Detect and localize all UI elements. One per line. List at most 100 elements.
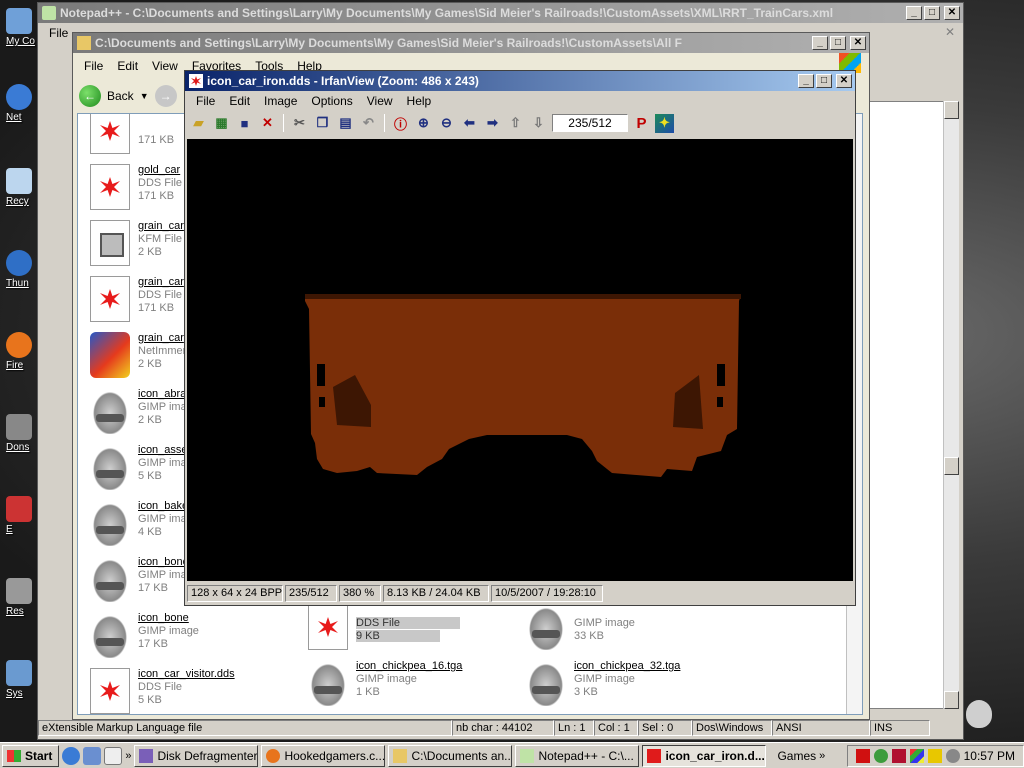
show-desktop-icon[interactable] (83, 746, 102, 765)
scrollbar-thumb[interactable] (944, 457, 959, 475)
save-icon[interactable]: ■ (235, 114, 254, 133)
menu-file[interactable]: File (77, 59, 110, 73)
task-explorer[interactable]: C:\Documents an... (388, 744, 513, 767)
menu-file[interactable]: File (42, 26, 75, 40)
previous-arrow-icon[interactable]: ⬅ (460, 114, 479, 133)
gimp-image-icon (308, 660, 348, 706)
update-icon[interactable] (927, 748, 942, 763)
thumbnails-icon[interactable]: ▦ (212, 114, 231, 133)
windows-security-icon[interactable] (909, 748, 924, 763)
desktop-icon-sys[interactable]: Sys (6, 660, 40, 699)
info-icon[interactable]: ⓘ (391, 114, 410, 133)
menu-edit[interactable]: Edit (222, 94, 257, 108)
notepad-title: Notepad++ - C:\Documents and Settings\La… (60, 6, 834, 20)
gimp-image-icon (526, 660, 566, 706)
zoom-in-icon[interactable]: ⊕ (414, 114, 433, 133)
file-item[interactable]: icon_bone GIMP image 17 KB (82, 608, 292, 664)
file-item[interactable]: icon_cookies_32.tga (518, 712, 728, 714)
copy-icon[interactable]: ❐ (313, 114, 332, 133)
task-disk-defragmenter[interactable]: Disk Defragmenter (134, 744, 259, 767)
open-folder-icon[interactable]: ▰ (189, 114, 208, 133)
close-button[interactable]: ✕ (944, 6, 960, 20)
minimize-button[interactable]: _ (812, 36, 828, 50)
internet-explorer-icon[interactable] (62, 746, 81, 765)
games-toolbar[interactable]: Games (777, 749, 816, 763)
desktop-icon-res[interactable]: Res (6, 578, 40, 617)
file-item[interactable]: icon_car_visitor.dds DDS File 5 KB (82, 664, 292, 714)
volume-icon[interactable] (945, 748, 960, 763)
menu-view[interactable]: View (145, 59, 185, 73)
desktop-icon-network[interactable]: Net (6, 84, 40, 123)
taskbar: Start » Disk Defragmenter Hookedgamers.c… (0, 742, 1024, 768)
maximize-button[interactable]: □ (830, 36, 846, 50)
explorer-titlebar[interactable]: C:\Documents and Settings\Larry\My Docum… (73, 33, 869, 53)
irfanview-window: icon_car_iron.dds - IrfanView (Zoom: 486… (184, 70, 856, 606)
system-tray: 10:57 PM (846, 744, 1024, 767)
back-button-label[interactable]: Back (107, 89, 134, 103)
undo-icon[interactable]: ↶ (359, 114, 378, 133)
file-item[interactable]: icon_cookies_16.tga (300, 712, 510, 714)
menu-options[interactable]: Options (304, 94, 359, 108)
desktop-icon-thunderbird[interactable]: Thun (6, 250, 40, 289)
minimize-button[interactable]: _ (906, 6, 922, 20)
car-right-slot (717, 364, 725, 386)
file-item[interactable]: DDS File 9 KB (300, 600, 510, 656)
file-item[interactable]: GIMP image 33 KB (518, 600, 728, 656)
back-arrow-icon[interactable]: ← (79, 85, 101, 107)
start-button[interactable]: Start (2, 744, 60, 767)
file-size: 1 KB (356, 686, 380, 698)
last-page-icon[interactable]: ⇩ (529, 114, 548, 133)
task-irfanview[interactable]: icon_car_iron.d... (642, 744, 767, 767)
cut-icon[interactable]: ✂ (290, 114, 309, 133)
menu-file[interactable]: File (189, 94, 222, 108)
file-item[interactable]: icon_chickpea_16.tga GIMP image 1 KB (300, 656, 510, 712)
messenger-icon[interactable] (873, 748, 888, 763)
clock[interactable]: 10:57 PM (964, 749, 1015, 763)
close-button[interactable]: ✕ (836, 74, 852, 88)
task-notepad[interactable]: Notepad++ - C:\... (515, 744, 640, 767)
first-page-icon[interactable]: ⇧ (506, 114, 525, 133)
desktop-icon-e[interactable]: E (6, 496, 40, 535)
ati-icon[interactable] (855, 748, 870, 763)
file-size: 171 KB (138, 134, 175, 146)
maximize-button[interactable]: □ (924, 6, 940, 20)
menu-image[interactable]: Image (257, 94, 304, 108)
irfanview-logo-icon[interactable]: ✦ (655, 113, 674, 133)
status-eol: Dos\Windows (692, 720, 772, 736)
games-chevron[interactable]: » (819, 750, 825, 762)
irfanview-titlebar[interactable]: icon_car_iron.dds - IrfanView (Zoom: 486… (185, 71, 855, 91)
print-p-icon[interactable]: P (632, 114, 651, 133)
menu-view[interactable]: View (360, 94, 400, 108)
security-shield-icon[interactable] (891, 748, 906, 763)
zoom-out-icon[interactable]: ⊖ (437, 114, 456, 133)
close-button[interactable]: ✕ (850, 36, 866, 50)
next-arrow-icon[interactable]: ➡ (483, 114, 502, 133)
desktop-icon-firefox[interactable]: Fire (6, 332, 40, 371)
desktop-icon-my-computer[interactable]: My Co (6, 8, 40, 47)
desktop-icon-dons[interactable]: Dons (6, 414, 40, 453)
notepad-vertical-scrollbar[interactable] (943, 101, 959, 709)
menu-help[interactable]: Help (400, 94, 439, 108)
scroll-up-button[interactable] (944, 101, 959, 119)
notepad-quicklaunch-icon[interactable] (104, 746, 123, 765)
task-hookedgamers[interactable]: Hookedgamers.c... (261, 744, 386, 767)
delete-icon[interactable]: ✕ (258, 114, 277, 133)
menu-edit[interactable]: Edit (110, 59, 145, 73)
file-item[interactable]: icon_chickpea_32.tga GIMP image 3 KB (518, 656, 728, 712)
status-dimensions: 128 x 64 x 24 BPP (187, 584, 283, 602)
file-type: DDS File (138, 289, 183, 301)
image-canvas[interactable] (187, 139, 853, 581)
minimize-button[interactable]: _ (798, 74, 814, 88)
scroll-down-button[interactable] (944, 691, 959, 709)
back-dropdown-icon[interactable]: ▼ (140, 91, 149, 101)
page-counter-field[interactable]: 235/512 (552, 114, 628, 132)
document-close-icon[interactable]: ✕ (945, 25, 955, 39)
desktop-icon-recycle-bin[interactable]: Recy (6, 168, 40, 207)
maximize-button[interactable]: □ (816, 74, 832, 88)
dds-file-icon (308, 604, 348, 650)
notepad-titlebar[interactable]: Notepad++ - C:\Documents and Settings\La… (38, 3, 963, 23)
paste-icon[interactable]: ▤ (336, 114, 355, 133)
quicklaunch-chevron[interactable]: » (125, 750, 131, 762)
forward-button[interactable]: → (154, 85, 177, 107)
computer-icon (6, 8, 32, 34)
